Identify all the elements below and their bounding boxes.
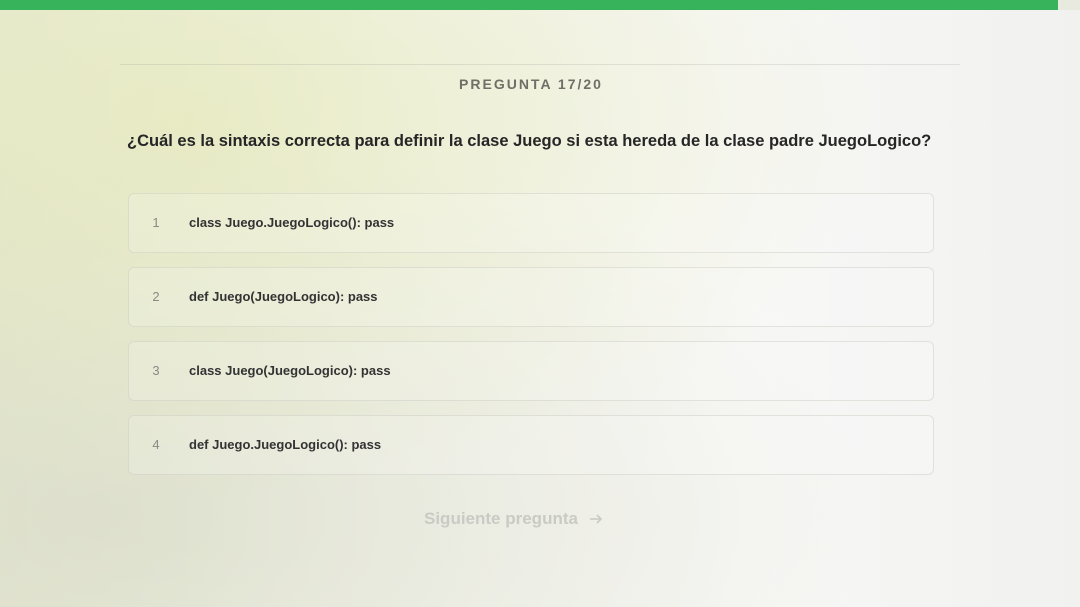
answer-option-3[interactable]: 3 class Juego(JuegoLogico): pass	[128, 341, 934, 401]
answer-option-2[interactable]: 2 def Juego(JuegoLogico): pass	[128, 267, 934, 327]
answer-options-list: 1 class Juego.JuegoLogico(): pass 2 def …	[128, 193, 934, 489]
next-question-button[interactable]: Siguiente pregunta	[418, 505, 610, 533]
option-label: def Juego(JuegoLogico): pass	[189, 289, 378, 304]
option-number: 2	[152, 289, 160, 304]
option-number: 3	[152, 363, 160, 378]
quiz-screen: PREGUNTA 17/20 ¿Cuál es la sintaxis corr…	[0, 0, 1080, 607]
progress-bar-fill	[0, 0, 1059, 10]
answer-option-4[interactable]: 4 def Juego.JuegoLogico(): pass	[128, 415, 934, 475]
question-text: ¿Cuál es la sintaxis correcta para defin…	[127, 132, 932, 150]
progress-bar	[0, 0, 1080, 10]
option-number: 4	[152, 437, 160, 452]
next-question-label: Siguiente pregunta	[424, 509, 578, 528]
option-label: class Juego.JuegoLogico(): pass	[189, 215, 395, 230]
option-number: 1	[152, 215, 160, 230]
option-label: class Juego(JuegoLogico): pass	[189, 363, 391, 378]
arrow-right-icon	[588, 511, 604, 527]
header-divider	[120, 64, 960, 65]
answer-option-1[interactable]: 1 class Juego.JuegoLogico(): pass	[128, 193, 934, 253]
question-counter: PREGUNTA 17/20	[459, 76, 603, 92]
option-label: def Juego.JuegoLogico(): pass	[189, 437, 382, 452]
